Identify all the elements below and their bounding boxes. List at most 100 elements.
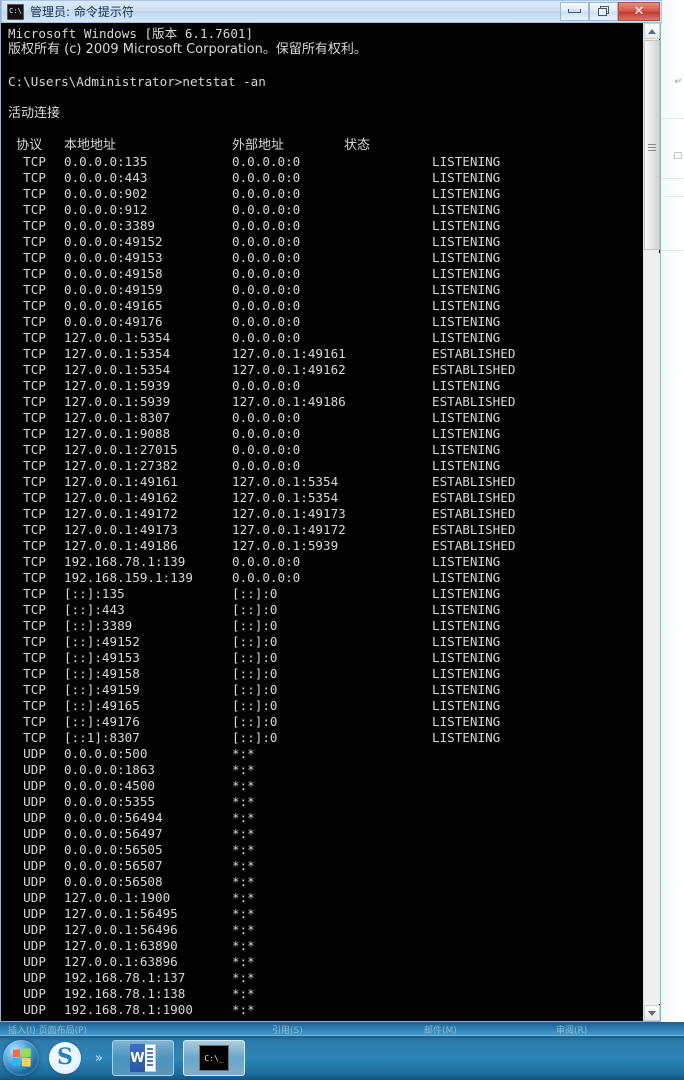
cell-foreign: [::]:0: [232, 650, 278, 665]
cell-proto: TCP: [8, 586, 46, 601]
console-prompt-line: C:\Users\Administrator>netstat -an: [8, 74, 266, 89]
start-button[interactable]: [3, 1040, 39, 1076]
taskbar-item-command-prompt[interactable]: C:\_: [182, 1040, 245, 1076]
taskbar-item-word[interactable]: W: [111, 1040, 174, 1076]
scrollbar-thumb[interactable]: [644, 40, 660, 250]
scrollbar-track[interactable]: [644, 253, 660, 1004]
cell-local: 0.0.0.0:49153: [64, 250, 163, 265]
table-row: UDP 0.0.0.0:56494 *:*: [8, 810, 645, 826]
cell-proto: TCP: [8, 362, 46, 377]
table-row: TCP 127.0.0.1:49186 127.0.0.1:5939 ESTABLIS…: [8, 538, 645, 554]
cell-foreign: *:*: [232, 826, 255, 841]
cell-proto: UDP: [8, 1002, 46, 1017]
console-scrollbar[interactable]: [643, 23, 660, 1021]
table-row: TCP 0.0.0.0:49159 0.0.0.0:0 LISTENING: [8, 282, 645, 298]
cell-state: LISTENING: [432, 554, 501, 569]
table-row: UDP 192.168.78.1:137 *:*: [8, 970, 645, 986]
cell-state: LISTENING: [432, 202, 501, 217]
cell-state: LISTENING: [432, 682, 501, 697]
cell-foreign: 127.0.0.1:5354: [232, 474, 339, 489]
table-row: TCP 0.0.0.0:912 0.0.0.0:0 LISTENING: [8, 202, 645, 218]
cell-state: LISTENING: [432, 602, 501, 617]
table-row: TCP 127.0.0.1:9088 0.0.0.0:0 LISTENING: [8, 426, 645, 442]
cell-proto: TCP: [8, 618, 46, 633]
cell-local: 127.0.0.1:63896: [64, 954, 178, 969]
table-row: TCP [::]:49176 [::]:0 LISTENING: [8, 714, 645, 730]
command-prompt-icon: C:\_: [198, 1045, 229, 1071]
cell-proto: TCP: [8, 714, 46, 729]
table-row: TCP 127.0.0.1:8307 0.0.0.0:0 LISTENING: [8, 410, 645, 426]
cell-local: 127.0.0.1:27382: [64, 458, 178, 473]
cell-foreign: 0.0.0.0:0: [232, 426, 301, 441]
cell-foreign: 0.0.0.0:0: [232, 186, 301, 201]
column-header-proto: 协议: [8, 138, 43, 153]
console-table-header: 协议 本地地址 外部地址 状态: [8, 138, 645, 154]
table-row: UDP 192.168.78.1:138 *:*: [8, 986, 645, 1002]
cell-local: 127.0.0.1:49172: [64, 506, 178, 521]
console-output[interactable]: Microsoft Windows [版本 6.1.7601] 版权所有 (c) …: [2, 23, 645, 1021]
minimize-button[interactable]: [560, 1, 589, 21]
cell-local: 192.168.78.1:137: [64, 970, 186, 985]
cell-proto: TCP: [8, 458, 46, 473]
cell-foreign: 0.0.0.0:0: [232, 282, 301, 297]
table-row: TCP 0.0.0.0:49165 0.0.0.0:0 LISTENING: [8, 298, 645, 314]
sogou-ime-icon[interactable]: S: [49, 1042, 81, 1074]
window-title: 管理员: 命令提示符: [30, 5, 134, 19]
close-button[interactable]: ✕: [618, 1, 660, 21]
cell-local: 0.0.0.0:500: [64, 746, 148, 761]
cell-proto: UDP: [8, 762, 46, 777]
cell-proto: TCP: [8, 538, 46, 553]
cell-foreign: 127.0.0.1:49162: [232, 362, 346, 377]
table-row: TCP [::]:135 [::]:0 LISTENING: [8, 586, 645, 602]
cell-proto: TCP: [8, 218, 46, 233]
table-row: UDP 0.0.0.0:500 *:*: [8, 746, 645, 762]
cell-local: [::]:49152: [64, 634, 140, 649]
cell-state: LISTENING: [432, 298, 501, 313]
cell-state: ESTABLISHED: [432, 362, 516, 377]
cell-local: 127.0.0.1:49173: [64, 522, 178, 537]
word-icon-page: [144, 1044, 156, 1072]
cell-foreign: 0.0.0.0:0: [232, 330, 301, 345]
overflow-chevron-icon[interactable]: »: [95, 1051, 103, 1066]
cell-proto: TCP: [8, 666, 46, 681]
cell-foreign: *:*: [232, 874, 255, 889]
word-icon: W: [129, 1044, 156, 1072]
cell-local: 0.0.0.0:902: [64, 186, 148, 201]
scroll-up-button[interactable]: [644, 23, 660, 39]
cell-state: LISTENING: [432, 666, 501, 681]
cell-state: LISTENING: [432, 154, 501, 169]
table-row: TCP [::]:49158 [::]:0 LISTENING: [8, 666, 645, 682]
cell-state: LISTENING: [432, 250, 501, 265]
table-row: TCP 127.0.0.1:49162 127.0.0.1:5354 ESTABLIS…: [8, 490, 645, 506]
cell-proto: UDP: [8, 906, 46, 921]
table-row: TCP 0.0.0.0:49152 0.0.0.0:0 LISTENING: [8, 234, 645, 250]
cell-proto: UDP: [8, 810, 46, 825]
cell-local: 0.0.0.0:4500: [64, 778, 155, 793]
cell-local: 0.0.0.0:49159: [64, 282, 163, 297]
restore-button[interactable]: [589, 1, 618, 21]
table-row: TCP 0.0.0.0:3389 0.0.0.0:0 LISTENING: [8, 218, 645, 234]
table-row: UDP 127.0.0.1:56495 *:*: [8, 906, 645, 922]
cell-foreign: 127.0.0.1:49172: [232, 522, 346, 537]
table-row: TCP [::]:443 [::]:0 LISTENING: [8, 602, 645, 618]
cell-foreign: *:*: [232, 906, 255, 921]
cell-proto: TCP: [8, 442, 46, 457]
cell-state: LISTENING: [432, 234, 501, 249]
cell-proto: TCP: [8, 650, 46, 665]
table-row: TCP 192.168.159.1:139 0.0.0.0:0 LISTENING: [8, 570, 645, 586]
cell-local: 0.0.0.0:5355: [64, 794, 155, 809]
table-row: TCP 0.0.0.0:443 0.0.0.0:0 LISTENING: [8, 170, 645, 186]
cell-local: 127.0.0.1:1900: [64, 890, 171, 905]
cell-local: [::]:49176: [64, 714, 140, 729]
cell-foreign: 0.0.0.0:0: [232, 234, 301, 249]
scroll-down-button[interactable]: [644, 1005, 660, 1021]
cell-state: LISTENING: [432, 442, 501, 457]
table-row: TCP [::]:3389 [::]:0 LISTENING: [8, 618, 645, 634]
cmd-icon: C:\: [7, 3, 24, 20]
table-row: TCP 0.0.0.0:49153 0.0.0.0:0 LISTENING: [8, 250, 645, 266]
window-titlebar[interactable]: C:\ 管理员: 命令提示符 ✕: [1, 0, 662, 23]
cell-local: [::]:3389: [64, 618, 133, 633]
cell-state: LISTENING: [432, 618, 501, 633]
